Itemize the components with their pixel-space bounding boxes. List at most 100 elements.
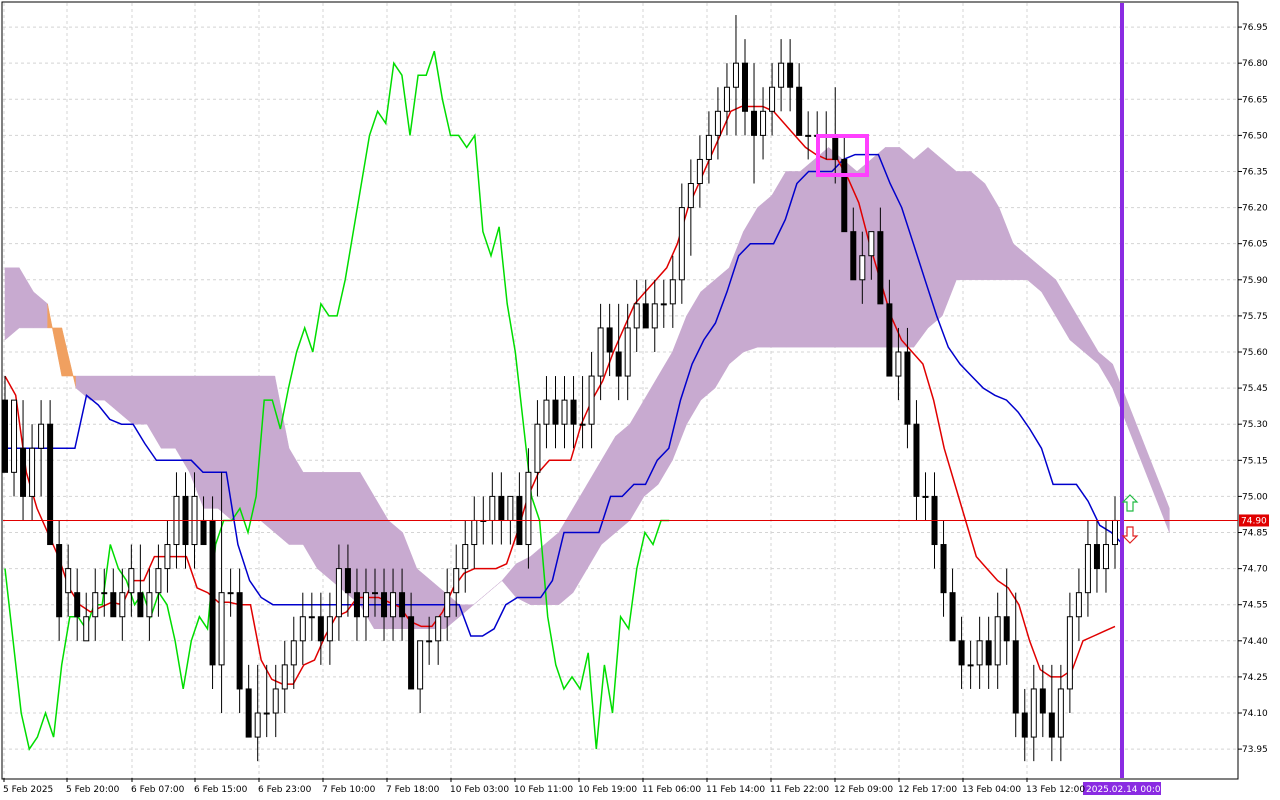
kumo-segment-39 <box>558 507 574 606</box>
y-tick-label-16: 74.55 <box>1242 601 1268 611</box>
candle-body-17 <box>155 568 162 594</box>
kumo-segment-17 <box>246 375 261 521</box>
x-tick-label-5: 7 Feb 10:00 <box>322 785 376 795</box>
candle-body-71 <box>642 303 649 329</box>
kumo-segment-19 <box>274 376 290 546</box>
candle-body-75 <box>678 207 685 281</box>
y-tick-label-5: 76.20 <box>1242 204 1268 214</box>
candle-body-67 <box>606 327 613 353</box>
candle-body-83 <box>751 110 758 136</box>
candle-body-14 <box>128 568 135 594</box>
kumo-segment-45 <box>643 375 659 497</box>
candle-body-81 <box>732 62 739 88</box>
candle-body-15 <box>137 592 144 618</box>
y-tick-label-19: 74.10 <box>1242 709 1268 719</box>
kumo-segment-0 <box>4 267 20 341</box>
candle-body-78 <box>705 134 712 160</box>
candle-body-3 <box>29 447 36 497</box>
candle-body-88 <box>796 86 803 136</box>
candle-body-43 <box>390 592 397 618</box>
x-axis: 5 Feb 2025 5 Feb 20:00 6 Feb 07:00 6 Feb 15… <box>3 778 1085 795</box>
y-tick-label-13: 75.00 <box>1242 492 1268 502</box>
x-tick-label-12: 11 Feb 22:00 <box>770 785 829 795</box>
y-axis: 76.95 76.80 76.65 76.50 76.35 76.20 76.05 75.90… <box>1238 23 1268 755</box>
candle-body-66 <box>597 327 604 377</box>
candle-body-33 <box>299 616 306 642</box>
candle-body-64 <box>579 423 586 426</box>
candle-body-116 <box>1048 712 1055 738</box>
ichimoku-chart: 74.902025.02.14 00:00 76.9576.8076.6576.… <box>1 1 1269 795</box>
candle-body-44 <box>399 592 406 618</box>
candle-body-42 <box>381 592 388 618</box>
kumo-segment-22 <box>317 472 332 582</box>
candle-body-39 <box>353 592 360 618</box>
candle-body-87 <box>787 62 794 88</box>
candle-body-111 <box>1003 616 1010 642</box>
candle-body-70 <box>633 303 640 329</box>
kumo-segment-64 <box>913 146 929 348</box>
candle-body-107 <box>967 664 974 667</box>
x-tick-label-13: 12 Feb 09:00 <box>834 785 893 795</box>
down-arrow-icon <box>1121 526 1139 544</box>
x-tick-label-16: 13 Feb 12:00 <box>1026 785 1085 795</box>
kumo-segment-49 <box>700 279 716 401</box>
kumo-segment-66 <box>941 158 957 316</box>
x-tick-label-14: 12 Feb 17:00 <box>898 785 957 795</box>
candle-body-60 <box>543 399 550 425</box>
x-tick-label-7: 10 Feb 03:00 <box>450 785 509 795</box>
candle-body-22 <box>200 519 207 546</box>
x-tick-label-1: 5 Feb 20:00 <box>66 785 120 795</box>
kumo-segment-34 <box>487 580 503 593</box>
candle-body-40 <box>362 592 369 618</box>
y-tick-label-9: 75.60 <box>1242 348 1268 358</box>
candle-body-114 <box>1030 688 1037 738</box>
candle-body-93 <box>841 158 848 233</box>
kumo-segment-63 <box>899 146 915 348</box>
kumo-segment-72 <box>1027 255 1042 293</box>
candle-body-94 <box>850 231 857 281</box>
candle-body-100 <box>904 351 911 425</box>
candle-body-38 <box>344 568 351 594</box>
kumo-segment-65 <box>927 146 943 329</box>
candle-body-13 <box>119 592 126 618</box>
kumo-segment-68 <box>970 170 986 281</box>
y-tick-label-17: 74.40 <box>1242 637 1268 647</box>
candle-body-59 <box>534 423 541 473</box>
kumo-segment-50 <box>714 267 730 390</box>
kumo-segment-6 <box>89 375 105 401</box>
current-time-tag: 2025.02.14 00:00 <box>1086 785 1167 795</box>
candle-body-54 <box>489 495 496 521</box>
kumo-segment-81 <box>1154 472 1170 533</box>
candle-body-99 <box>895 351 902 377</box>
kumo-segment-41 <box>586 459 602 570</box>
y-tick-label-8: 75.75 <box>1242 312 1268 322</box>
candle-body-7 <box>65 568 72 594</box>
kumo-segment-4 <box>61 327 77 389</box>
candle-body-74 <box>669 279 676 305</box>
candle-body-29 <box>263 712 270 715</box>
kumo-segment-70 <box>998 207 1014 281</box>
y-tick-label-15: 74.70 <box>1242 565 1268 575</box>
candle-body-11 <box>101 592 108 595</box>
candle-body-34 <box>308 616 315 619</box>
x-tick-label-8: 10 Feb 11:00 <box>514 785 573 795</box>
y-tick-label-12: 75.15 <box>1242 456 1268 466</box>
kumo-segment-77 <box>1098 351 1113 390</box>
kumo-segment-10 <box>146 375 162 450</box>
candle-body-6 <box>56 544 63 618</box>
kumo-segment-79 <box>1126 400 1142 461</box>
kumo-segment-71 <box>1012 243 1028 281</box>
x-tick-label-3: 6 Feb 15:00 <box>194 785 248 795</box>
candle-body-48 <box>435 616 442 642</box>
y-tick-label-10: 75.45 <box>1242 384 1268 394</box>
kumo-segment-43 <box>615 423 631 534</box>
kumo-segment-52 <box>743 206 758 353</box>
kumo-segment-76 <box>1083 327 1099 365</box>
candle-body-82 <box>742 62 748 112</box>
y-tick-label-7: 75.90 <box>1242 276 1268 286</box>
candle-body-47 <box>426 640 433 643</box>
candle-body-46 <box>417 640 424 690</box>
candle-body-77 <box>696 158 703 185</box>
candle-body-30 <box>272 688 279 714</box>
x-tick-label-11: 11 Feb 14:00 <box>706 785 765 795</box>
